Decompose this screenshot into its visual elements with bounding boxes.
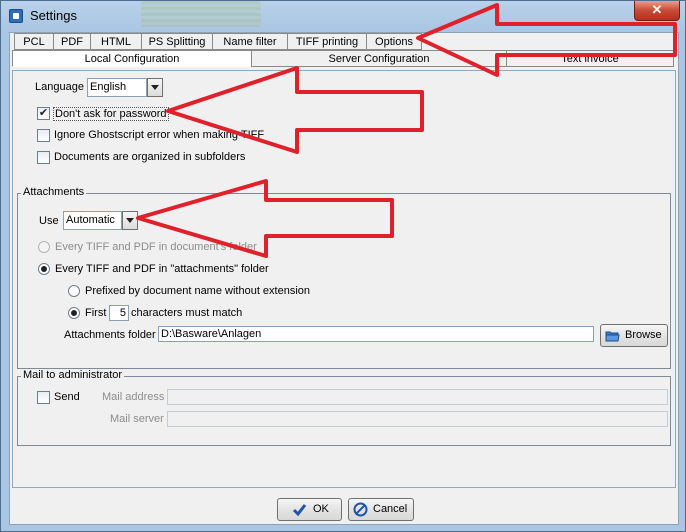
annotation-arrows	[136, 3, 677, 258]
arrow-options-icon	[416, 3, 677, 77]
arrow-password-icon	[166, 66, 424, 154]
arrow-use-icon	[136, 179, 394, 258]
